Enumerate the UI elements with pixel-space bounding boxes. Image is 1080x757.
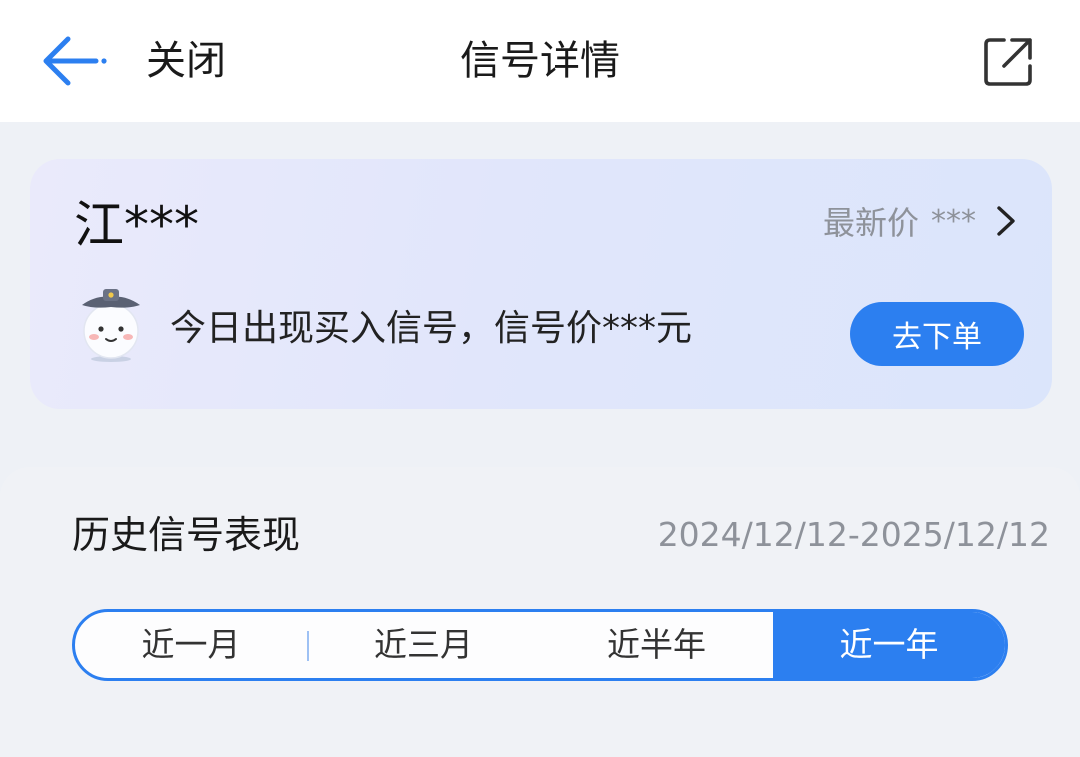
latest-price-link[interactable]: 最新价 *** — [822, 201, 1018, 242]
top-bar: 关闭 信号详情 — [0, 0, 1080, 122]
history-title: 历史信号表现 — [72, 513, 301, 557]
chevron-right-icon — [997, 206, 1015, 236]
page-title: 信号详情 — [460, 38, 620, 84]
share-icon[interactable] — [982, 36, 1034, 88]
mascot-icon — [82, 289, 140, 362]
stock-name: 江*** — [74, 196, 199, 254]
date-range: 2024/12/12-2025/12/12 — [657, 515, 1050, 554]
tab-one-month[interactable]: 近一月 — [75, 612, 307, 678]
latest-price-label: 最新价 — [822, 204, 919, 242]
tab-three-months[interactable]: 近三月 — [307, 612, 540, 678]
place-order-button[interactable]: 去下单 — [850, 302, 1024, 366]
tab-one-year[interactable]: 近一年 — [773, 612, 1005, 678]
tab-half-year[interactable]: 近半年 — [540, 612, 773, 678]
history-panel: 历史信号表现 2024/12/12-2025/12/12 近一月 近三月 近半年… — [0, 467, 1080, 757]
latest-price-value: *** — [931, 203, 976, 239]
signal-message: 今日出现买入信号，信号价***元 — [170, 308, 693, 349]
period-tabs: 近一月 近三月 近半年 近一年 — [72, 609, 1008, 681]
signal-card: 江*** 最新价 *** 今日出现买入信号，信号价***元 去下单 — [30, 159, 1052, 409]
